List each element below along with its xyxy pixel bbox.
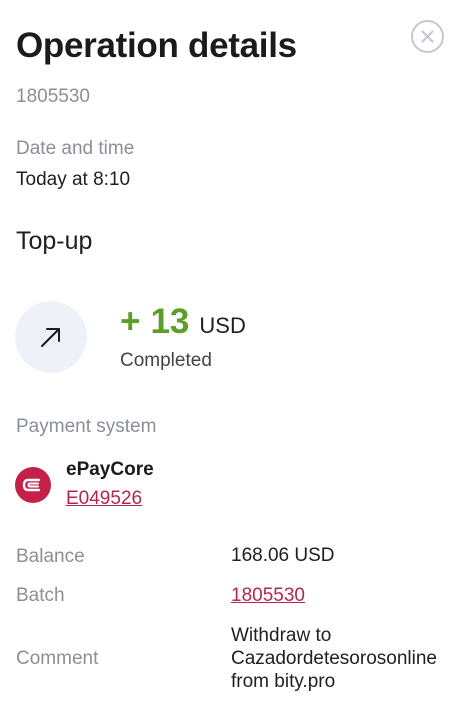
balance-value: 168.06 USD	[231, 545, 335, 566]
payment-system-label: Payment system	[16, 416, 157, 437]
date-label: Date and time	[16, 138, 135, 159]
amount-sign: +	[120, 302, 141, 341]
status-text: Completed	[120, 350, 212, 371]
close-icon	[421, 30, 434, 43]
comment-label: Comment	[16, 648, 99, 669]
close-button[interactable]	[411, 20, 444, 53]
epaycore-logo	[15, 467, 51, 503]
amount: + 13 USD	[120, 302, 246, 342]
comment-line: from bity.pro	[231, 671, 336, 692]
amount-currency: USD	[199, 313, 246, 338]
batch-link[interactable]: 1805530	[231, 585, 305, 607]
comment-value: Withdraw to Cazadordetesorosonline from …	[231, 624, 466, 693]
batch-label: Batch	[16, 585, 65, 606]
payment-account-link[interactable]: E049526	[66, 488, 142, 510]
payment-system-name: ePayCore	[66, 459, 154, 480]
operation-type: Top-up	[16, 227, 93, 255]
amount-value: 13	[150, 302, 190, 341]
page-title: Operation details	[16, 26, 297, 65]
date-value: Today at 8:10	[16, 169, 131, 190]
operation-id: 1805530	[16, 86, 90, 107]
arrow-up-right-icon	[41, 328, 60, 347]
operation-icon-circle	[15, 301, 87, 373]
epaycore-logo-icon	[22, 478, 41, 492]
comment-line: Withdraw to	[231, 625, 332, 646]
comment-line: Cazadordetesorosonline	[231, 648, 437, 669]
balance-label: Balance	[16, 546, 85, 567]
